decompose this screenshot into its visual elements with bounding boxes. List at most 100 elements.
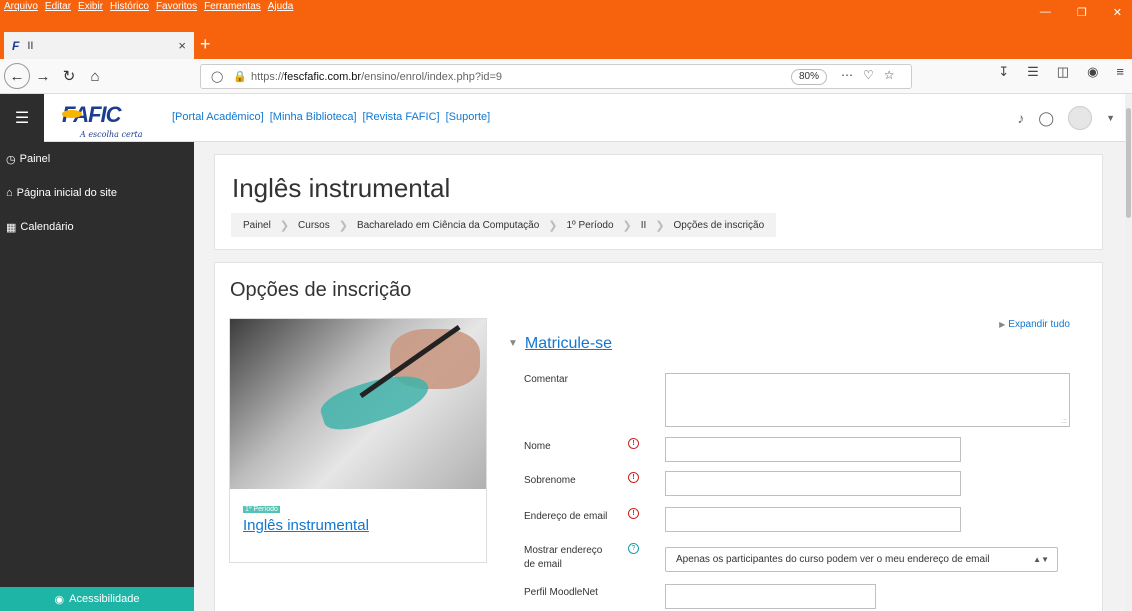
link-portal-academico[interactable]: [Portal Acadêmico] [172,111,264,123]
lock-icon[interactable]: 🔒 [233,70,247,83]
breadcrumb-bacharelado[interactable]: Bacharelado em Ciência da Computação [357,220,539,231]
drawer-item-calendario[interactable]: ▦ Calendário [0,210,194,244]
tab-close-icon[interactable]: × [178,38,186,53]
menu-ferramentas[interactable]: Ferramentas [204,1,261,12]
forward-button[interactable]: → [30,68,56,85]
breadcrumb-painel[interactable]: Painel [243,220,271,231]
comment-label: Comentar [524,374,568,385]
collapse-caret-icon: ▼ [508,338,518,350]
resize-grip-icon[interactable]: .:: [1061,418,1067,425]
accessibility-label: Acessibilidade [69,593,140,605]
breadcrumb-opcoes[interactable]: Opções de inscrição [674,220,765,231]
url-bar[interactable]: ◯ 🔒 https://fescfafic.com.br/ensino/enro… [200,64,912,89]
user-menu-caret-icon[interactable]: ▼ [1106,113,1115,123]
self-enrol-section-toggle[interactable]: ▼ Matricule-se [508,335,612,353]
last-name-input[interactable] [665,471,961,496]
email-label: Endereço de email [524,511,608,522]
breadcrumb-cursos[interactable]: Cursos [298,220,330,231]
menu-historico[interactable]: Histórico [110,1,149,12]
back-button[interactable]: ← [4,63,30,89]
sidebar-icon[interactable]: ◫ [1057,64,1069,80]
comment-textarea[interactable]: .:: [665,373,1070,427]
minimize-button[interactable]: — [1040,6,1051,19]
new-tab-button[interactable]: + [200,34,211,55]
restore-button[interactable]: ❐ [1077,6,1087,19]
course-box: 1º Período Inglês instrumental [229,318,487,563]
zoom-level-badge[interactable]: 80% [791,69,828,85]
account-icon[interactable]: ◉ [1087,64,1098,80]
first-name-input[interactable] [665,437,961,462]
reload-button[interactable]: ↻ [56,67,82,85]
breadcrumb: Painel ❯ Cursos ❯ Bacharelado em Ciência… [231,213,777,237]
tracking-shield-icon[interactable]: ◯ [211,70,223,83]
drawer-item-label: Página inicial do site [16,187,117,199]
logo-swoosh [62,110,82,118]
library-icon[interactable]: ☰ [1027,64,1039,80]
notifications-bell-icon[interactable]: ♪ [1017,110,1024,126]
required-icon: ! [628,508,639,519]
breadcrumb-periodo[interactable]: 1º Período [567,220,614,231]
page-title: Inglês instrumental [232,173,451,203]
drawer-item-label: Painel [19,153,51,165]
breadcrumb-separator-icon: ❯ [548,219,558,232]
page-actions-icon[interactable]: ⋯ [841,68,853,82]
link-revista-fafic[interactable]: [Revista FAFIC] [363,111,440,123]
menu-favoritos[interactable]: Favoritos [156,1,197,12]
course-header-card: Inglês instrumental Painel ❯ Cursos ❯ Ba… [214,154,1103,250]
breadcrumb-separator-icon: ❯ [622,219,632,232]
window-controls: — ❐ ✕ [1040,6,1132,19]
downloads-icon[interactable]: ↧ [998,64,1009,80]
logo-tagline: A escolha certa [80,130,143,139]
show-email-select[interactable]: Apenas os participantes do curso podem v… [665,547,1058,572]
scrollbar-thumb[interactable] [1126,108,1131,218]
breadcrumb-ii[interactable]: II [641,220,647,231]
help-icon[interactable]: ? [628,543,639,554]
toolbar-right: ↧ ☰ ◫ ◉ ≡ [998,64,1132,80]
select-caret-icon: ▲▼ [1033,555,1049,564]
calendar-icon: ▦ [6,221,17,234]
accessibility-button[interactable]: ◉ Acessibilidade [0,587,194,611]
breadcrumb-separator-icon: ❯ [279,219,290,232]
enrol-options-card: Opções de inscrição 1º Período Inglês in… [214,262,1103,611]
required-icon: ! [628,438,639,449]
expand-caret-icon: ▶ [999,320,1006,329]
menu-editar[interactable]: Editar [45,1,71,12]
link-minha-biblioteca[interactable]: [Minha Biblioteca] [270,111,357,123]
close-window-button[interactable]: ✕ [1113,6,1122,19]
user-avatar[interactable] [1068,106,1093,130]
expand-all-link[interactable]: ▶ Expandir tudo [999,319,1070,330]
email-input[interactable] [665,507,961,532]
section-title: Opções de inscrição [230,279,412,301]
messages-icon[interactable]: ◯ [1038,110,1054,127]
url-text[interactable]: https://fescfafic.com.br/ensino/enrol/in… [251,71,502,83]
page-scrollbar[interactable] [1125,94,1132,611]
show-email-selected-value: Apenas os participantes do curso podem v… [676,554,990,565]
menu-exibir[interactable]: Exibir [78,1,103,12]
self-enrol-section-label: Matricule-se [524,335,613,352]
course-name-link[interactable]: Inglês instrumental [243,517,369,534]
required-icon: ! [628,472,639,483]
favicon-icon: F [12,38,20,53]
menu-ajuda[interactable]: Ajuda [268,1,294,12]
nav-drawer: ◷ Painel ⌂ Página inicial do site ▦ Cale… [0,142,194,611]
header-nav: [Portal Acadêmico] [Minha Biblioteca] [R… [172,111,490,123]
first-name-label: Nome [524,441,551,452]
bookmark-star-icon[interactable]: ☆ [884,68,895,82]
app-menu-icon[interactable]: ≡ [1116,64,1124,80]
link-suporte[interactable]: [Suporte] [446,111,491,123]
home-icon: ⌂ [6,187,13,199]
drawer-toggle-icon[interactable]: ☰ [0,94,44,142]
drawer-item-home[interactable]: ⌂ Página inicial do site [0,176,194,210]
url-actions: ⋯ ♡ ☆ [841,68,895,82]
moodlenet-input[interactable] [665,584,876,609]
moodlenet-label: Perfil MoodleNet [524,587,598,598]
drawer-item-label: Calendário [20,221,74,233]
home-button[interactable]: ⌂ [82,68,108,85]
site-logo[interactable]: FAFIC A escolha certa [62,102,162,140]
tab-active[interactable]: F II × [4,32,194,59]
show-email-label: Mostrar endereço de email [524,545,603,570]
accessibility-icon: ◉ [54,593,65,606]
menu-arquivo[interactable]: Arquivo [4,1,38,12]
pocket-icon[interactable]: ♡ [863,68,874,82]
drawer-item-painel[interactable]: ◷ Painel [0,142,194,176]
